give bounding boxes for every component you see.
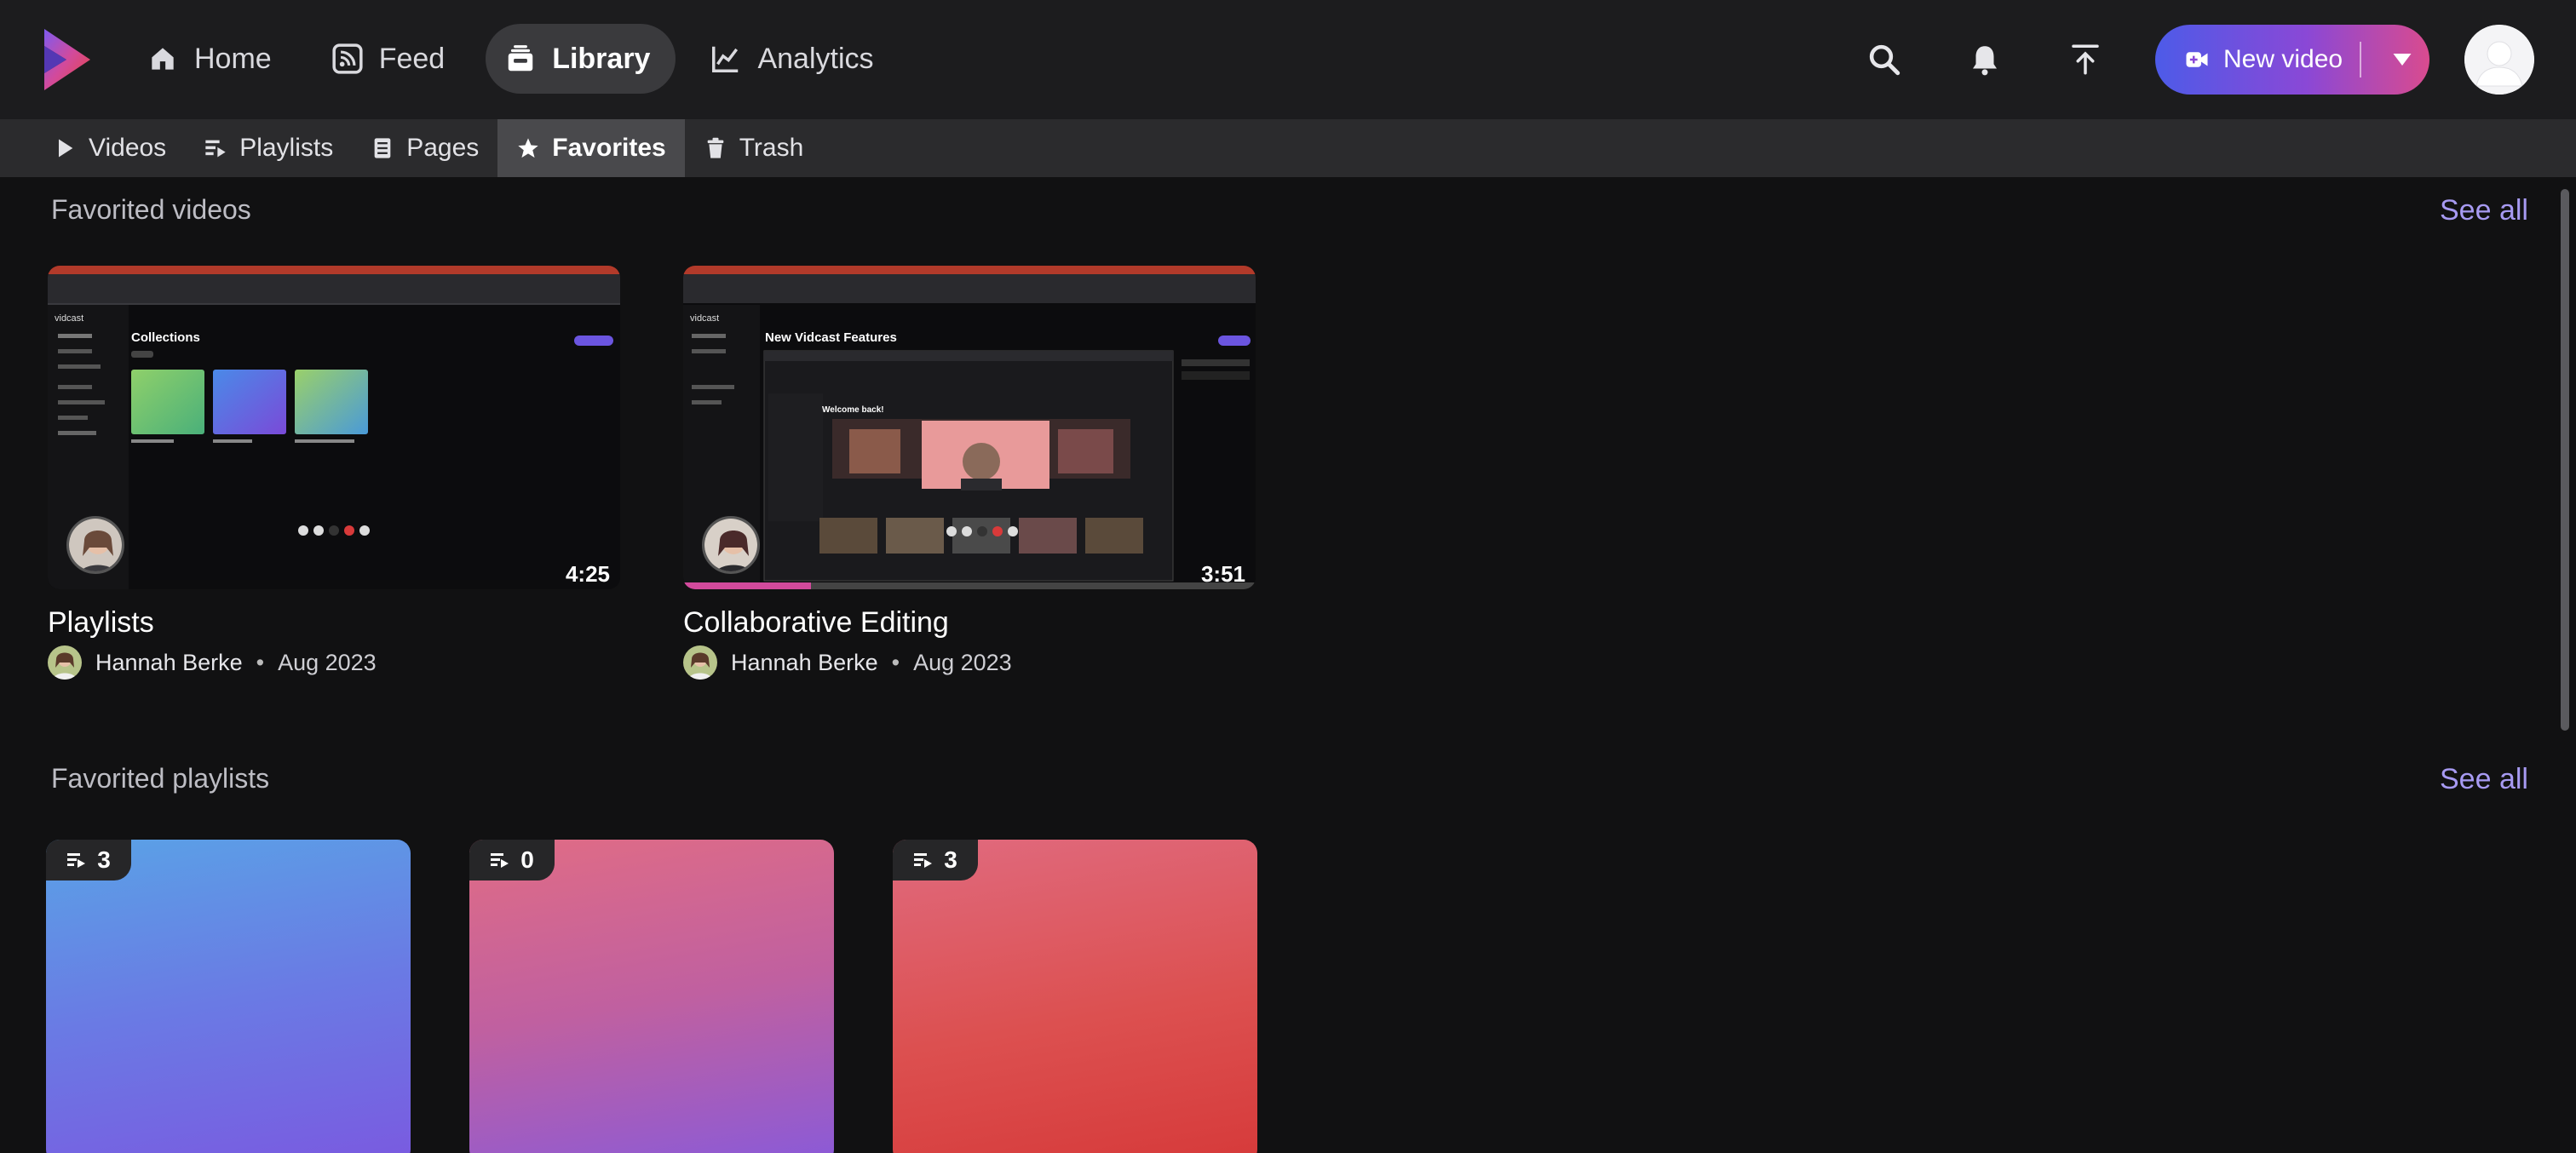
video-thumbnail[interactable]: New Vidcast Features vidcast Welcome bac… [683, 266, 1256, 589]
thumbnail-app-name: vidcast [55, 313, 84, 324]
tab-trash-label: Trash [739, 134, 804, 162]
author-avatar [48, 645, 82, 680]
playlist-card[interactable]: 3 [46, 840, 411, 1153]
page-icon [374, 138, 391, 158]
tab-favorites[interactable]: Favorites [497, 119, 685, 177]
playlist-count-badge: 3 [893, 840, 978, 881]
new-video-button[interactable]: New video [2155, 25, 2429, 95]
creator-bubble-avatar [702, 516, 760, 574]
creator-bubble-avatar [66, 516, 124, 574]
home-icon [152, 48, 174, 70]
tab-trash[interactable]: Trash [685, 119, 823, 177]
thumbnail-heading: Collections [131, 330, 200, 345]
tab-pages[interactable]: Pages [352, 119, 497, 177]
video-duration: 4:25 [565, 561, 610, 587]
nav-feed-label: Feed [378, 42, 446, 75]
app-logo-icon[interactable] [37, 26, 97, 94]
nav-feed[interactable]: Feed [313, 24, 471, 94]
user-silhouette-icon [2464, 25, 2534, 95]
playlist-card[interactable]: 3 [893, 840, 1257, 1153]
thumbnail-heading: New Vidcast Features [765, 330, 897, 345]
nav-home-label: Home [194, 42, 272, 75]
library-subnav: Videos Playlists Pages Favorites Trash [0, 119, 2576, 177]
see-all-videos-link[interactable]: See all [2440, 194, 2528, 227]
user-avatar[interactable] [2464, 25, 2534, 95]
chevron-down-icon [2393, 54, 2412, 66]
notifications-button[interactable] [1959, 34, 2010, 85]
search-button[interactable] [1859, 34, 1910, 85]
playlist-count: 0 [520, 846, 534, 873]
playlist-icon [491, 853, 509, 868]
bell-icon [1973, 46, 1997, 76]
tab-playlists-label: Playlists [239, 134, 334, 162]
playlist-count-badge: 0 [469, 840, 555, 881]
main-nav: Home Feed Library Analytics [128, 24, 900, 94]
author-name[interactable]: Hannah Berke [731, 650, 878, 676]
meta-separator: • [256, 649, 265, 675]
thumbnail-screenshot-image [48, 266, 620, 589]
playlist-count-badge: 3 [46, 840, 131, 881]
video-thumbnail[interactable]: Collections vidcast 4:25 [48, 266, 620, 589]
tab-playlists[interactable]: Playlists [185, 119, 352, 177]
rss-icon [332, 43, 363, 74]
library-icon [508, 45, 533, 72]
nav-analytics-label: Analytics [757, 42, 874, 75]
search-icon [1869, 44, 1900, 76]
video-duration: 3:51 [1200, 561, 1245, 587]
thumbnail-screenshot-image [683, 266, 1256, 589]
nav-library[interactable]: Library [486, 24, 676, 94]
nav-analytics[interactable]: Analytics [691, 24, 899, 94]
star-icon [518, 138, 538, 158]
new-video-divider [2360, 42, 2361, 77]
thumbnail-subheading: Welcome back! [822, 405, 884, 415]
playlist-count: 3 [944, 846, 957, 873]
video-title[interactable]: Playlists [48, 606, 154, 640]
play-icon [59, 139, 73, 158]
playlist-card[interactable]: 0 [469, 840, 834, 1153]
new-video-dropdown[interactable] [2375, 25, 2429, 95]
chart-icon [712, 46, 739, 72]
playlist-icon [914, 853, 933, 868]
playlist-icon [67, 853, 86, 868]
favorited-videos-title: Favorited videos [51, 194, 251, 225]
playlist-count: 3 [97, 846, 111, 873]
see-all-playlists-link[interactable]: See all [2440, 763, 2528, 796]
author-name[interactable]: Hannah Berke [95, 650, 243, 676]
nav-library-label: Library [552, 42, 651, 75]
video-title[interactable]: Collaborative Editing [683, 606, 949, 640]
author-avatar [683, 645, 717, 680]
upload-button[interactable] [2060, 34, 2111, 85]
favorited-playlists-title: Favorited playlists [51, 763, 270, 794]
vertical-scrollbar[interactable] [2561, 189, 2569, 731]
video-date: Aug 2023 [278, 649, 377, 675]
video-meta: Hannah Berke • Aug 2023 [683, 645, 1012, 680]
trash-icon [707, 137, 724, 158]
tab-favorites-label: Favorites [552, 134, 666, 162]
video-date: Aug 2023 [913, 649, 1012, 675]
nav-home[interactable]: Home [128, 24, 297, 94]
video-camera-icon [2186, 52, 2208, 67]
playlist-icon [205, 140, 226, 158]
new-video-label: New video [2223, 45, 2343, 73]
tab-videos[interactable]: Videos [34, 119, 185, 177]
video-meta: Hannah Berke • Aug 2023 [48, 645, 377, 680]
upload-icon [2072, 44, 2099, 75]
meta-separator: • [891, 649, 900, 675]
tab-videos-label: Videos [89, 134, 167, 162]
thumbnail-app-name: vidcast [690, 313, 720, 324]
tab-pages-label: Pages [406, 134, 480, 162]
top-bar: Home Feed Library Analytics New video [0, 0, 2576, 119]
